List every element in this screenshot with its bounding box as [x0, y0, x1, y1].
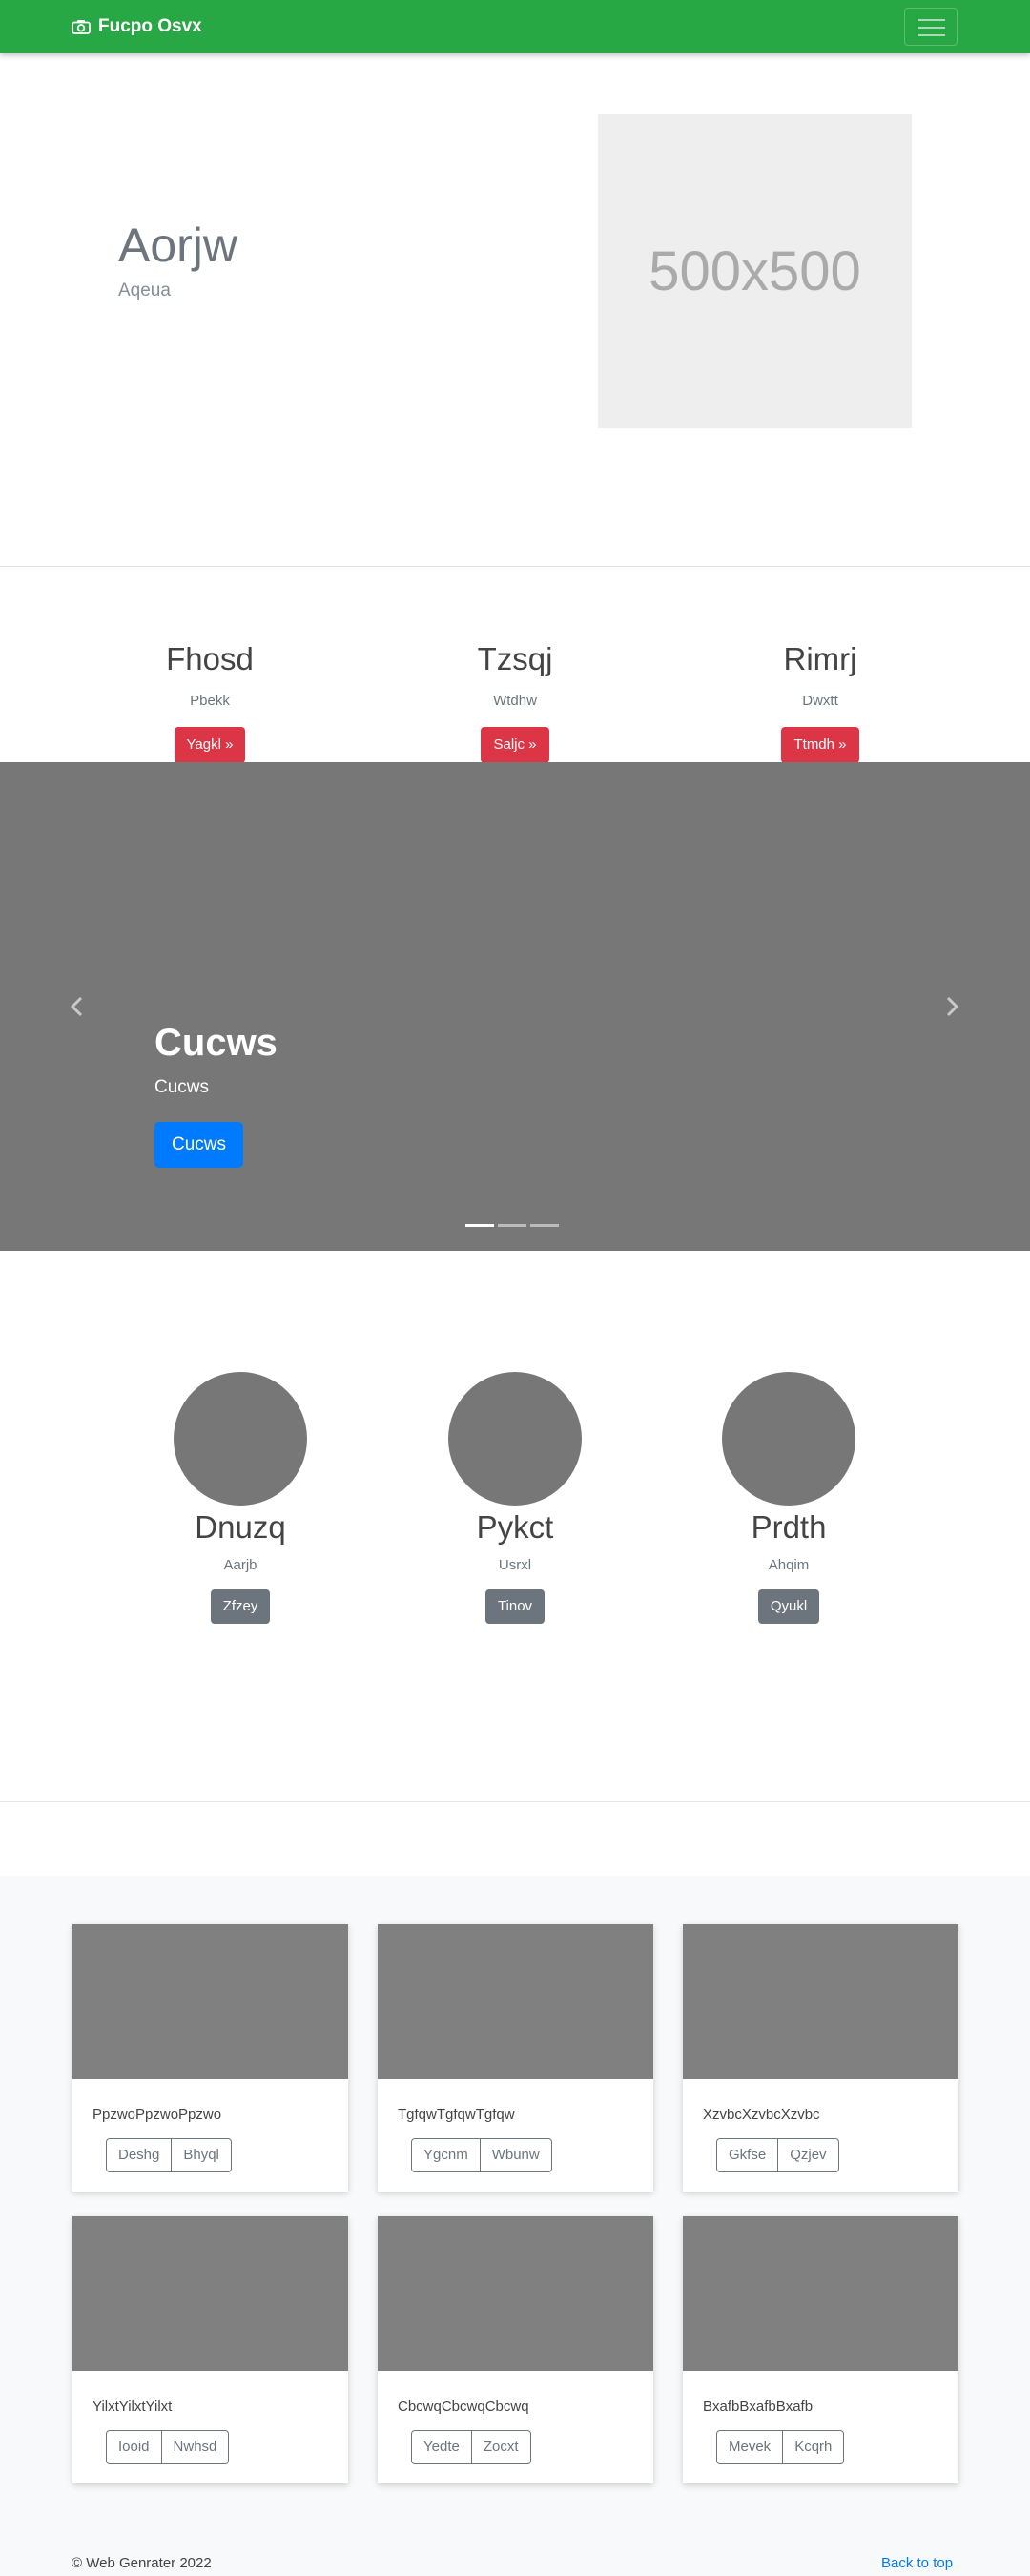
feature-text: Wtdhw [493, 693, 537, 709]
avatar [722, 1372, 855, 1506]
carousel-indicator[interactable] [465, 1224, 494, 1227]
carousel-caption-button[interactable]: Cucws [154, 1122, 244, 1168]
hero-subtitle: Aqeua [118, 280, 171, 301]
hero-title: Aorjw [118, 218, 238, 272]
card-text: YilxtYilxtYilxt [93, 2399, 173, 2415]
member-button[interactable]: Tinov [484, 1589, 546, 1624]
member-text: Aarjb [223, 1557, 258, 1573]
navbar-toggle-button[interactable] [904, 8, 958, 46]
carousel-caption-title: Cucws [154, 1022, 278, 1064]
team-member: Dnuzq Aarjb Zfzey [97, 1372, 383, 1624]
card-text: BxafbBxafbBxafb [703, 2399, 814, 2415]
section-divider [0, 566, 1030, 567]
card-button[interactable]: Mevek [716, 2430, 784, 2464]
card-button[interactable]: Gkfse [716, 2138, 779, 2172]
card-button[interactable]: Nwhsd [161, 2430, 230, 2464]
album-card: PpzwoPpzwoPpzwo Deshg Bhyql [72, 1924, 348, 2192]
member-name: Prdth [751, 1509, 827, 1545]
feature-title: Fhosd [166, 641, 254, 676]
carousel-indicators [465, 1224, 559, 1227]
footer-copyright: © Web Genrater 2022 [72, 2555, 212, 2571]
album-card: TgfqwTgfqwTgfqw Ygcnm Wbunw [378, 1924, 653, 2192]
card-text: XzvbcXzvbcXzvbc [703, 2107, 820, 2123]
member-button[interactable]: Qyukl [757, 1589, 820, 1624]
card-button[interactable]: Ygcnm [411, 2138, 481, 2172]
feature-text: Pbekk [190, 693, 230, 709]
camera-icon [72, 20, 91, 34]
team-member: Prdth Ahqim Qyukl [646, 1372, 932, 1624]
member-name: Dnuzq [195, 1509, 286, 1545]
feature-text: Dwxtt [802, 693, 838, 709]
card-text: CbcwqCbcwqCbcwq [398, 2399, 529, 2415]
card-button[interactable]: Kcqrh [783, 2430, 845, 2464]
chevron-right-icon[interactable] [941, 996, 962, 1017]
member-text: Usrxl [498, 1557, 532, 1573]
feature-button[interactable]: Yagkl » [174, 727, 246, 763]
album-card: BxafbBxafbBxafb Mevek Kcqrh [683, 2216, 958, 2483]
navbar: Fucpo Osvx [0, 0, 1030, 53]
card-thumbnail [683, 2216, 958, 2371]
avatar [174, 1372, 307, 1506]
card-thumbnail [72, 2216, 348, 2371]
card-button-group: Yedte Zocxt [411, 2430, 531, 2464]
member-text: Ahqim [768, 1557, 810, 1573]
album-card: XzvbcXzvbcXzvbc Gkfse Qzjev [683, 1924, 958, 2192]
carousel: Cucws Cucws Cucws [0, 762, 1030, 1251]
card-thumbnail [72, 1924, 348, 2079]
card-button-group: Mevek Kcqrh [716, 2430, 845, 2464]
card-button-group: Iooid Nwhsd [106, 2430, 230, 2464]
feature-button[interactable]: Saljc » [481, 727, 549, 763]
feature-column: Tzsqj Wtdhw Saljc » [372, 641, 658, 763]
card-button[interactable]: Yedte [411, 2430, 472, 2464]
card-button-group: Deshg Bhyql [106, 2138, 232, 2172]
card-button[interactable]: Zocxt [471, 2430, 531, 2464]
hamburger-icon [918, 19, 945, 21]
album-section: PpzwoPpzwoPpzwo Deshg Bhyql TgfqwTgfqwTg… [0, 1876, 1030, 2576]
card-button-group: Gkfse Qzjev [716, 2138, 839, 2172]
feature-title: Tzsqj [477, 641, 553, 676]
carousel-indicator[interactable] [530, 1224, 559, 1227]
avatar [448, 1372, 582, 1506]
album-card: CbcwqCbcwqCbcwq Yedte Zocxt [378, 2216, 653, 2483]
carousel-caption-text: Cucws [154, 1077, 210, 1097]
album-card: YilxtYilxtYilxt Iooid Nwhsd [72, 2216, 348, 2483]
member-name: Pykct [476, 1509, 554, 1545]
card-button[interactable]: Deshg [106, 2138, 173, 2172]
card-button[interactable]: Bhyql [172, 2138, 232, 2172]
feature-title: Rimrj [783, 641, 857, 676]
card-thumbnail [683, 1924, 958, 2079]
card-button[interactable]: Qzjev [778, 2138, 839, 2172]
team-member: Pykct Usrxl Tinov [372, 1372, 658, 1624]
carousel-indicator[interactable] [498, 1224, 526, 1227]
feature-column: Fhosd Pbekk Yagkl » [67, 641, 353, 763]
hero-image-label: 500x500 [649, 240, 861, 302]
section-divider [0, 1801, 1030, 1802]
member-button[interactable]: Zfzey [210, 1589, 271, 1624]
card-text: PpzwoPpzwoPpzwo [93, 2107, 222, 2123]
hero-image-placeholder: 500x500 [598, 114, 912, 428]
feature-button[interactable]: Ttmdh » [781, 727, 859, 763]
back-to-top-link[interactable]: Back to top [881, 2555, 953, 2571]
card-button[interactable]: Wbunw [480, 2138, 552, 2172]
card-thumbnail [378, 2216, 653, 2371]
brand-label: Fucpo Osvx [98, 16, 202, 36]
card-button[interactable]: Iooid [106, 2430, 162, 2464]
chevron-left-icon[interactable] [67, 996, 88, 1017]
card-button-group: Ygcnm Wbunw [411, 2138, 552, 2172]
card-thumbnail [378, 1924, 653, 2079]
feature-column: Rimrj Dwxtt Ttmdh » [677, 641, 963, 763]
brand-link[interactable]: Fucpo Osvx [72, 15, 202, 38]
card-text: TgfqwTgfqwTgfqw [398, 2107, 515, 2123]
